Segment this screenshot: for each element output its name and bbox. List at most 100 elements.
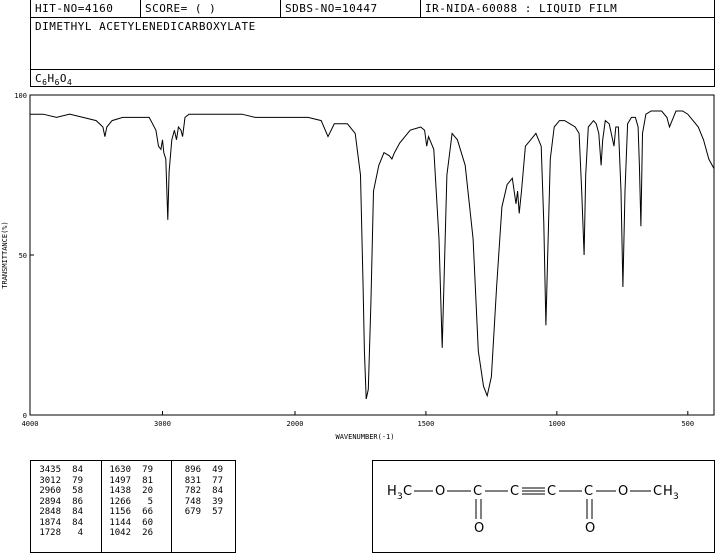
- x-tick-label: 4000: [22, 420, 39, 428]
- peak-transmittance: 57: [212, 507, 223, 517]
- structure-diagram: H 3 C O C C C C O C H 3 O O: [387, 484, 679, 536]
- peak-row: 1144 60: [105, 518, 153, 529]
- peak-wavenumber: 3435: [39, 465, 61, 475]
- peak-row: 1266 5: [105, 497, 153, 508]
- peak-column: 3435 84 3012 79 2960 58 2894 86 2848 84 1874 84 1728…: [35, 465, 83, 539]
- peak-column: 896 49 831 77 782 84 748 39 679 57: [175, 465, 223, 518]
- peak-row: 1630 79: [105, 465, 153, 476]
- peak-transmittance: 5: [147, 496, 153, 507]
- peak-wavenumber: 1156: [109, 507, 131, 517]
- y-tick-label: 0: [23, 412, 27, 420]
- peak-row: 748 39: [175, 497, 223, 508]
- peak-transmittance: 4: [77, 528, 83, 538]
- peak-transmittance: 84: [72, 507, 83, 517]
- peak-row: 831 77: [175, 476, 223, 487]
- peak-table-divider: [101, 461, 102, 552]
- structure-atom: C: [584, 484, 593, 499]
- x-tick-label: 3000: [154, 420, 171, 428]
- peak-row: 1874 84: [35, 518, 83, 529]
- peak-wavenumber: 679: [184, 507, 201, 517]
- peak-transmittance: 84: [72, 517, 83, 528]
- peak-row: 679 57: [175, 507, 223, 518]
- hit-number: HIT-NO=4160: [31, 0, 141, 17]
- peak-row: 3435 84: [35, 465, 83, 476]
- peak-row: 1728 4: [35, 528, 83, 539]
- structure-box: H 3 C O C C C C O C H 3 O O: [372, 460, 715, 553]
- peak-table: 3435 84 3012 79 2960 58 2894 86 2848 84 1874 84 1728…: [30, 460, 236, 553]
- peak-wavenumber: 1497: [109, 475, 131, 486]
- y-axis-label: TRANSMITTANCE(%): [1, 221, 9, 288]
- x-tick-label: 2000: [287, 420, 304, 428]
- y-axis-ticks: 0 50 100: [14, 92, 34, 420]
- peak-row: 2960 58: [35, 486, 83, 497]
- peak-wavenumber: 2894: [39, 496, 61, 507]
- peak-row: 1042 26: [105, 528, 153, 539]
- peak-wavenumber: 2848: [39, 507, 61, 517]
- peak-transmittance: 77: [212, 475, 223, 486]
- x-tick-label: 1000: [548, 420, 565, 428]
- peak-row: 896 49: [175, 465, 223, 476]
- structure-atom: O: [435, 484, 445, 499]
- structure-atom: C: [403, 484, 412, 499]
- peak-wavenumber: 1042: [109, 528, 131, 538]
- structure-atom: C: [510, 484, 519, 499]
- structure-atom: C: [473, 484, 482, 499]
- compound-box: DIMETHYL ACETYLENEDICARBOXYLATE C6H6O4: [30, 17, 715, 87]
- x-tick-label: 1500: [417, 420, 434, 428]
- structure-atom: H: [387, 484, 397, 499]
- peak-row: 2848 84: [35, 507, 83, 518]
- x-axis-label: WAVENUMBER(-1): [335, 433, 394, 441]
- structure-atom: C: [653, 484, 662, 499]
- peak-transmittance: 79: [142, 465, 153, 475]
- peak-row: 2894 86: [35, 497, 83, 508]
- header-bar: HIT-NO=4160 SCORE= ( ) SDBS-NO=10447 IR-…: [30, 0, 715, 18]
- peak-wavenumber: 2960: [39, 486, 61, 496]
- peak-transmittance: 86: [72, 496, 83, 507]
- peak-wavenumber: 1144: [109, 517, 131, 528]
- peak-transmittance: 39: [212, 496, 223, 507]
- peak-wavenumber: 1728: [39, 528, 61, 538]
- peak-row: 1497 81: [105, 476, 153, 487]
- sdbs-number: SDBS-NO=10447: [281, 0, 421, 17]
- y-tick-label: 50: [19, 252, 27, 260]
- peak-transmittance: 66: [142, 507, 153, 517]
- peak-transmittance: 84: [212, 486, 223, 496]
- peak-wavenumber: 831: [184, 475, 201, 486]
- ir-spectrum-chart: 0 50 100 4000 3000 2000 1500 1000 500 WAVENUMBE…: [1, 92, 715, 441]
- peak-wavenumber: 3012: [39, 475, 61, 486]
- x-axis-ticks: 4000 3000 2000 1500 1000 500: [22, 411, 694, 428]
- peak-transmittance: 81: [142, 475, 153, 486]
- peak-wavenumber: 896: [184, 465, 201, 475]
- peak-transmittance: 26: [142, 528, 153, 538]
- peak-row: 1438 20: [105, 486, 153, 497]
- peak-transmittance: 20: [142, 486, 153, 496]
- peak-row: 1156 66: [105, 507, 153, 518]
- structure-atom: 3: [397, 492, 403, 502]
- structure-atom: 3: [673, 492, 679, 502]
- ir-method: IR-NIDA-60088 : LIQUID FILM: [425, 2, 618, 15]
- y-tick-label: 100: [14, 92, 27, 100]
- peak-transmittance: 60: [142, 517, 153, 528]
- structure-atom: O: [618, 484, 628, 499]
- peak-wavenumber: 1874: [39, 517, 61, 528]
- peak-wavenumber: 1438: [109, 486, 131, 496]
- peak-transmittance: 84: [72, 465, 83, 475]
- structure-atom: O: [474, 521, 484, 536]
- molecular-formula: C6H6O4: [35, 72, 73, 88]
- structure-atom: H: [663, 484, 673, 499]
- compound-name: DIMETHYL ACETYLENEDICARBOXYLATE: [35, 20, 256, 33]
- spectrum-line: [30, 110, 715, 400]
- peak-table-divider: [171, 461, 172, 552]
- peak-wavenumber: 1630: [109, 465, 131, 475]
- peak-wavenumber: 1266: [109, 496, 131, 507]
- score-field: SCORE= ( ): [141, 0, 281, 17]
- peak-column: 1630 79 1497 81 1438 20 1266 5 1156 66 1144 60 1042 2…: [105, 465, 153, 539]
- peak-wavenumber: 748: [184, 496, 201, 507]
- formula-divider: [31, 69, 714, 70]
- peak-transmittance: 49: [212, 465, 223, 475]
- peak-wavenumber: 782: [184, 486, 201, 496]
- peak-transmittance: 79: [72, 475, 83, 486]
- peak-row: 3012 79: [35, 476, 83, 487]
- structure-atom: C: [547, 484, 556, 499]
- peak-row: 782 84: [175, 486, 223, 497]
